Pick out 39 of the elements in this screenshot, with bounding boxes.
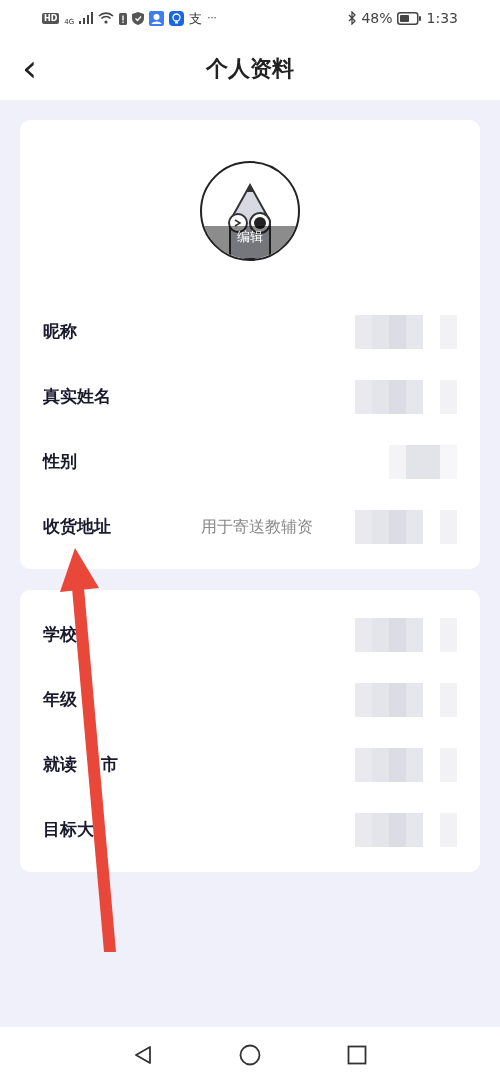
profile-row[interactable]: 收货地址 用于寄送教辅资 <box>20 494 480 559</box>
profile-row[interactable]: 昵称 <box>20 299 480 364</box>
blurred-value <box>389 444 457 479</box>
battery-percent: 48% <box>361 8 393 28</box>
field-label: 学校 <box>43 622 77 646</box>
signal-icon <box>79 12 94 24</box>
profile-row[interactable]: 性别 <box>20 429 480 494</box>
page-title: 个人资料 <box>206 54 294 83</box>
field-label: 目标大 <box>43 817 94 841</box>
profile-row[interactable]: 真实姓名 <box>20 364 480 429</box>
field-placeholder: 用于寄送教辅资 <box>201 515 313 538</box>
person-app-icon <box>149 10 165 26</box>
more-notifications: ··· <box>207 13 217 23</box>
hd-badge: HD <box>42 12 60 24</box>
field-label: 真实姓名 <box>43 384 111 408</box>
home-nav-icon[interactable] <box>239 1044 261 1066</box>
back-nav-icon[interactable] <box>133 1045 153 1065</box>
shield-icon <box>132 11 145 25</box>
bulb-app-icon <box>169 10 185 26</box>
battery-icon <box>396 11 421 25</box>
field-label: 市 <box>101 752 118 776</box>
profile-row[interactable]: 学校 <box>20 602 480 667</box>
profile-row[interactable]: 年级 <box>20 667 480 732</box>
field-label: 昵称 <box>43 319 77 343</box>
wifi-icon <box>98 12 115 24</box>
profile-row[interactable]: 目标大 <box>20 797 480 862</box>
field-label: 年级 <box>43 687 77 711</box>
field-label: 就读 <box>43 752 77 776</box>
app-glyph: 支 <box>189 11 203 25</box>
field-label: 性别 <box>43 449 77 473</box>
clock-time: 1:33 <box>426 8 458 28</box>
edit-avatar-label: 编辑 <box>237 228 263 246</box>
profile-row[interactable]: 就读 市 <box>20 732 480 797</box>
avatar[interactable]: 编辑 <box>200 161 300 261</box>
battery-alert-icon <box>119 11 128 25</box>
recents-nav-icon[interactable] <box>347 1045 367 1065</box>
bluetooth-icon <box>348 11 358 25</box>
field-label: 收货地址 <box>43 514 111 538</box>
back-button[interactable]: ‹ <box>22 50 38 86</box>
